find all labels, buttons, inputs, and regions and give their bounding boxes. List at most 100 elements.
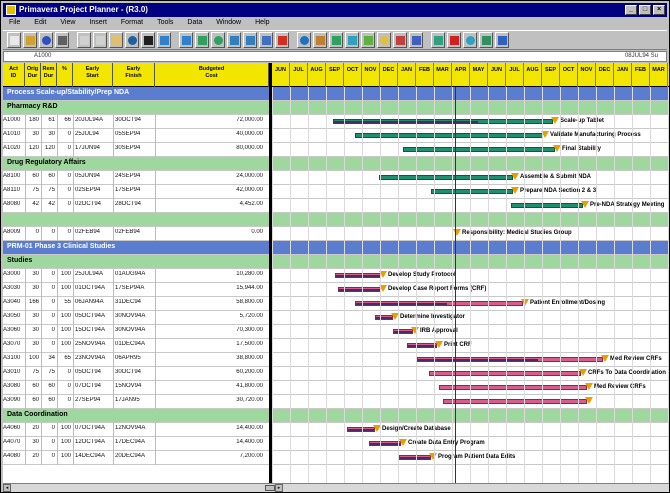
cell-pct[interactable]: 0 <box>57 369 71 375</box>
activity-row[interactable]: A3060 30 0 100 15OCT94A 30NOV94A 70,300.00 IRB … <box>3 325 669 339</box>
scroll-left-icon[interactable]: ◂ <box>3 484 11 492</box>
cell-pct[interactable]: 100 <box>57 425 71 431</box>
activity-row[interactable]: A4060 20 0 100 07OCT94A 12NOV94A 14,400.00 Desi… <box>3 423 669 437</box>
header-orig-dur[interactable]: Orig Dur <box>25 63 41 87</box>
activity-row[interactable]: A3090 60 60 0 27SEP94 17JAN95 30,720.00 <box>3 395 669 409</box>
cell-ef[interactable]: 17SEP94 <box>115 187 155 193</box>
cell-rd[interactable]: 0 <box>41 229 55 235</box>
activity-row[interactable]: A1020 120 120 0 17JUN94 30SEP94 80,000.00 Final… <box>3 143 669 157</box>
cell-ef[interactable]: 20DEC94A <box>115 453 155 459</box>
cell-rd[interactable]: 34 <box>41 355 55 361</box>
cell-id[interactable]: A8110 <box>3 187 25 193</box>
cell-rd[interactable]: 120 <box>41 145 55 151</box>
cell-pct[interactable]: 100 <box>57 453 71 459</box>
cell-es[interactable]: 02FEB94 <box>75 229 113 235</box>
cell-pct[interactable]: 66 <box>57 117 71 123</box>
menu-data[interactable]: Data <box>187 17 202 29</box>
activity-row[interactable]: A3040 166 0 55 06JAN94A 31DEC94 58,800.00 Patie… <box>3 297 669 311</box>
menu-window[interactable]: Window <box>216 17 241 29</box>
cell-cost[interactable]: 80,000.00 <box>159 145 263 151</box>
cell-es[interactable]: 27SEP94 <box>75 397 113 403</box>
cell-cost[interactable]: 4,452.00 <box>159 201 263 207</box>
stop-button[interactable] <box>447 32 461 48</box>
app-icon[interactable] <box>6 5 16 15</box>
cell-ef[interactable]: 30OCT94 <box>115 117 155 123</box>
minimize-button[interactable]: _ <box>625 5 637 15</box>
link-button[interactable] <box>157 32 171 48</box>
cell-od[interactable]: 120 <box>25 145 39 151</box>
cell-ef[interactable]: 24SEP94 <box>115 173 155 179</box>
cell-ef[interactable]: 30SEP94 <box>115 145 155 151</box>
cell-ef[interactable]: 05SEP94 <box>115 131 155 137</box>
cell-pct[interactable]: 100 <box>57 285 71 291</box>
cell-rd[interactable]: 30 <box>41 131 55 137</box>
cell-id[interactable]: A3100 <box>3 355 25 361</box>
cell-pct[interactable]: 100 <box>57 271 71 277</box>
group-band[interactable] <box>3 213 669 227</box>
cell-pct[interactable]: 100 <box>57 439 71 445</box>
activity-row[interactable]: A3100 100 34 65 23NOV94A 06APR95 38,800.00 Med … <box>3 353 669 367</box>
cell-ef[interactable]: 30NOV94A <box>115 327 155 333</box>
cell-od[interactable]: 20 <box>25 425 39 431</box>
project-band[interactable]: Process Scale-up/Stability/Prep NDA <box>3 87 669 101</box>
cell-cost[interactable]: 17,500.00 <box>159 341 263 347</box>
cell-pct[interactable]: 100 <box>57 327 71 333</box>
cell-ef[interactable]: 12NOV94A <box>115 425 155 431</box>
organize-button[interactable] <box>211 32 225 48</box>
cell-id[interactable]: A3030 <box>3 285 25 291</box>
cell-es[interactable]: 05OCT94 <box>75 369 113 375</box>
cell-es[interactable]: 25NOV94A <box>75 341 113 347</box>
cell-od[interactable]: 180 <box>25 117 39 123</box>
save-button[interactable] <box>39 32 53 48</box>
cell-ef[interactable]: 02FEB94 <box>115 229 155 235</box>
menu-view[interactable]: View <box>60 17 75 29</box>
cell-rd[interactable]: 0 <box>41 453 55 459</box>
cell-pct[interactable]: 0 <box>57 145 71 151</box>
gantt-bar[interactable] <box>443 399 587 404</box>
cell-ef[interactable]: 01AUG94A <box>115 271 155 277</box>
cell-ef[interactable]: 17SEP94A <box>115 285 155 291</box>
cell-id[interactable]: A3080 <box>3 383 25 389</box>
cell-ef[interactable]: 28OCT94 <box>115 201 155 207</box>
cell-cost[interactable]: 41,800.00 <box>159 383 263 389</box>
network-button[interactable] <box>377 32 391 48</box>
cell-id[interactable]: A3050 <box>3 313 25 319</box>
cell-id[interactable]: A1010 <box>3 131 25 137</box>
header-pct[interactable]: % <box>57 63 73 87</box>
scroll-right-icon[interactable]: ▸ <box>275 484 283 492</box>
cell-ef[interactable]: 01DEC94A <box>115 341 155 347</box>
cell-es[interactable]: 25JUL94A <box>75 271 113 277</box>
cell-id[interactable]: A8009 <box>3 229 25 235</box>
dice-button[interactable] <box>495 32 509 48</box>
header-early-finish[interactable]: Early Finish <box>113 63 155 87</box>
gantt-bar[interactable] <box>355 133 543 138</box>
close-button[interactable]: × <box>653 5 665 15</box>
cell-od[interactable]: 42 <box>25 201 39 207</box>
calendar-button[interactable] <box>345 32 359 48</box>
cell-es[interactable]: 02OCT94 <box>75 201 113 207</box>
cell-ef[interactable]: 30NOV94A <box>115 313 155 319</box>
cell-pct[interactable]: 0 <box>57 229 71 235</box>
cell-ef[interactable]: 30OCT94 <box>115 369 155 375</box>
menu-tools[interactable]: Tools <box>157 17 173 29</box>
cell-cost[interactable]: 40,000.00 <box>159 131 263 137</box>
group-band[interactable]: Data Coordination <box>3 409 669 423</box>
arrow-button[interactable] <box>431 32 445 48</box>
scroll-thumb[interactable] <box>265 485 275 491</box>
gantt-bar[interactable] <box>511 203 583 208</box>
header-rem-dur[interactable]: Rem Dur <box>41 63 57 87</box>
cell-pct[interactable]: 0 <box>57 173 71 179</box>
gantt-bar[interactable] <box>369 441 401 446</box>
schedule-button[interactable] <box>259 32 273 48</box>
cell-pct[interactable]: 0 <box>57 201 71 207</box>
cell-es[interactable]: 07OCT94 <box>75 383 113 389</box>
gantt-bar[interactable] <box>417 357 603 362</box>
cell-cost[interactable]: 7,200.00 <box>159 453 263 459</box>
find-button[interactable] <box>125 32 139 48</box>
title-bar[interactable]: Primavera Project Planner - (R3.0) _ □ × <box>3 3 667 17</box>
formula-bar[interactable]: A1000 08JUL94 Su <box>3 51 667 62</box>
menu-help[interactable]: Help <box>255 17 269 29</box>
level-button[interactable] <box>275 32 289 48</box>
activity-row[interactable]: A8100 60 60 0 05JUN94 24SEP94 24,000.00 Assembl… <box>3 171 669 185</box>
cell-pct[interactable]: 100 <box>57 341 71 347</box>
